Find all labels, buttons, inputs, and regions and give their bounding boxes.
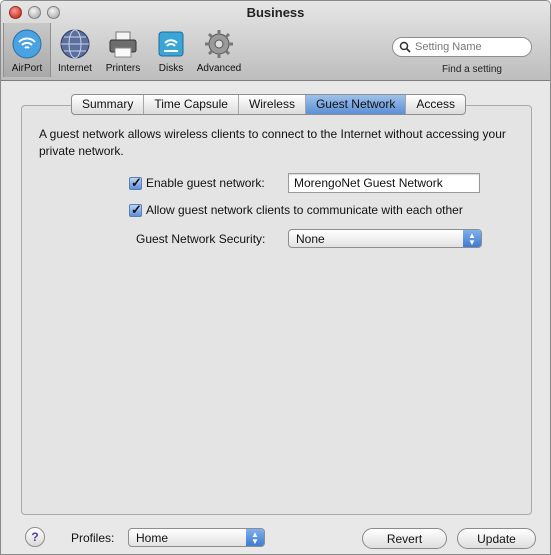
tab-bar: Summary Time Capsule Wireless Guest Netw… — [71, 94, 466, 115]
guest-network-name-input[interactable] — [289, 174, 479, 192]
toolbar-item-printers[interactable]: Printers — [99, 23, 147, 77]
allow-communication-checkbox[interactable]: ✓ — [129, 202, 142, 217]
enable-guest-network-row: ✓ Enable guest network: — [129, 175, 265, 190]
disk-icon — [154, 28, 188, 60]
tab-summary[interactable]: Summary — [72, 95, 145, 114]
popup-arrows-icon: ▲ ▼ — [463, 230, 481, 247]
toolbar-item-label: Disks — [158, 63, 184, 74]
setting-search-field[interactable] — [392, 37, 532, 57]
toolbar-item-label: AirPort — [11, 63, 43, 74]
title-toolbar: Business AirPort Internet Printers Disks… — [1, 1, 550, 81]
gear-icon — [202, 28, 236, 60]
security-value: None — [296, 231, 325, 246]
profiles-label: Profiles: — [71, 531, 115, 545]
guest-network-name-field[interactable] — [288, 173, 480, 193]
update-button[interactable]: Update — [457, 528, 536, 549]
toolbar-item-disks[interactable]: Disks — [147, 23, 195, 77]
enable-guest-network-checkbox[interactable]: ✓ — [129, 175, 142, 190]
toolbar-item-label: Internet — [58, 63, 92, 74]
tab-time-capsule[interactable]: Time Capsule — [144, 95, 239, 114]
tab-access[interactable]: Access — [406, 95, 465, 114]
allow-communication-label: Allow guest network clients to communica… — [146, 203, 463, 217]
content-panel — [21, 105, 532, 515]
toolbar-item-label: Advanced — [196, 63, 242, 74]
popup-arrows-icon: ▲ ▼ — [246, 529, 264, 546]
profile-value: Home — [136, 530, 169, 545]
find-setting-label: Find a setting — [441, 64, 502, 75]
revert-button[interactable]: Revert — [362, 528, 447, 549]
profiles-popup[interactable]: Home ▲ ▼ — [128, 528, 265, 547]
toolbar-item-internet[interactable]: Internet — [51, 23, 99, 77]
search-icon — [399, 41, 411, 53]
toolbar-item-advanced[interactable]: Advanced — [195, 23, 243, 77]
guest-network-description: A guest network allows wireless clients … — [39, 127, 506, 158]
enable-guest-network-label: Enable guest network: — [146, 176, 265, 190]
help-button[interactable]: ? — [25, 527, 45, 547]
tab-wireless[interactable]: Wireless — [239, 95, 306, 114]
toolbar-item-label: Printers — [105, 63, 141, 74]
search-input[interactable] — [415, 41, 525, 53]
security-label: Guest Network Security: — [136, 232, 266, 246]
printer-icon — [106, 28, 140, 60]
security-popup[interactable]: None ▲ ▼ — [288, 229, 482, 248]
window-title: Business — [246, 5, 305, 20]
toolbar-item-airport[interactable]: AirPort — [3, 23, 51, 77]
airport-utility-window: Business AirPort Internet Printers Disks… — [0, 0, 551, 555]
allow-communication-row: ✓ Allow guest network clients to communi… — [129, 202, 463, 217]
airport-icon — [10, 28, 44, 60]
tab-guest-network[interactable]: Guest Network — [305, 95, 407, 114]
toolbar: AirPort Internet Printers Disks Advanced — [3, 23, 243, 77]
internet-icon — [58, 28, 92, 60]
